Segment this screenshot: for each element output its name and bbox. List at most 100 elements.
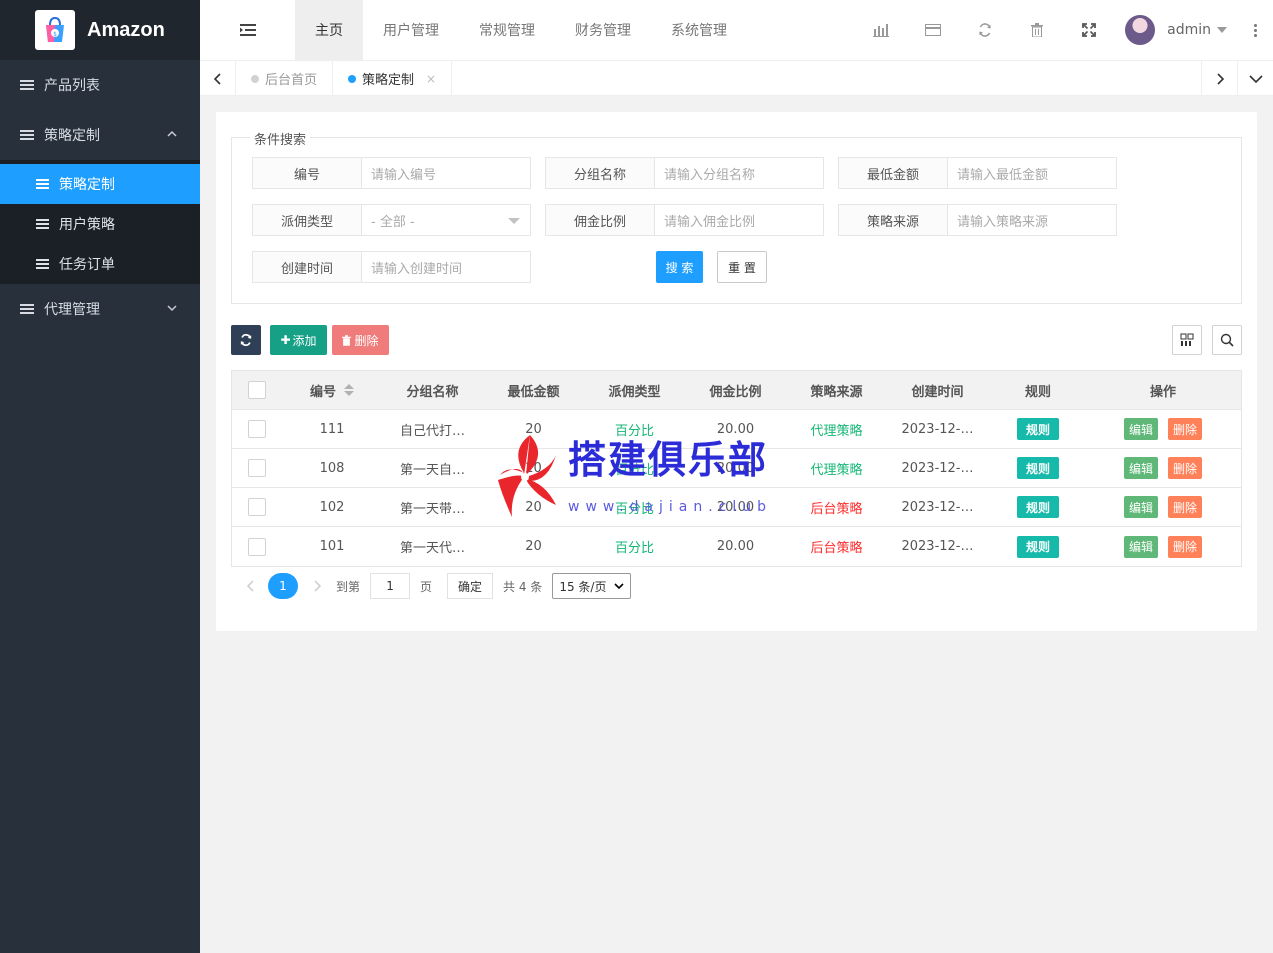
sidebar: $ Amazon 产品列表 策略定制 策略定制 用户策略 任务订单 代理管理 xyxy=(0,0,200,953)
fullscreen-button[interactable] xyxy=(1063,0,1115,60)
edit-button[interactable]: 编辑 xyxy=(1123,535,1158,558)
reset-button[interactable]: 重 置 xyxy=(717,251,767,283)
cell-ratio: 20.00 xyxy=(716,421,755,437)
refresh-icon xyxy=(240,334,252,346)
cell-ratio: 20.00 xyxy=(716,539,755,554)
header-group: 分组名称 xyxy=(406,384,459,400)
header-menu-users[interactable]: 用户管理 xyxy=(363,0,459,60)
rule-button[interactable]: 规则 xyxy=(1016,457,1059,479)
header-created: 创建时间 xyxy=(911,384,964,400)
header-min-amount: 最低金额 xyxy=(507,384,560,400)
sidebar-subitem-label: 用户策略 xyxy=(59,217,115,233)
row-delete-button[interactable]: 删除 xyxy=(1168,535,1203,558)
pagination: 1 到第 1 页 确定 共 4 条 15 条/页 xyxy=(246,573,632,599)
indent-icon xyxy=(239,24,256,36)
delete-button[interactable]: 删除 xyxy=(332,325,389,355)
sidebar-item-label: 产品列表 xyxy=(44,78,100,94)
select-all-checkbox[interactable] xyxy=(248,381,266,399)
goto-page-input[interactable]: 1 xyxy=(370,573,411,599)
edit-button[interactable]: 编辑 xyxy=(1123,496,1158,518)
row-select-cell xyxy=(232,537,282,556)
username: admin xyxy=(1167,22,1211,38)
sidebar-subitem-user-strategy[interactable]: 用户策略 xyxy=(0,204,200,244)
sidebar-item-label: 策略定制 xyxy=(44,128,100,144)
cell-id: 111 xyxy=(319,421,345,437)
tab-strategy-custom[interactable]: 策略定制 × xyxy=(333,61,453,96)
row-checkbox[interactable] xyxy=(248,537,266,556)
chevron-down-icon xyxy=(614,583,625,590)
cell-type: 百分比 xyxy=(614,462,654,478)
row-delete-button[interactable]: 删除 xyxy=(1168,496,1203,518)
avatar xyxy=(1125,15,1156,45)
header-menu-finance[interactable]: 财务管理 xyxy=(555,0,651,60)
chart-button[interactable] xyxy=(855,0,907,60)
tabs-dropdown-button[interactable] xyxy=(1237,61,1273,96)
refresh-table-button[interactable] xyxy=(231,325,261,355)
more-button[interactable] xyxy=(1237,0,1273,60)
tabs-scroll-right-button[interactable] xyxy=(1201,61,1237,96)
sort-icon[interactable] xyxy=(344,384,354,396)
clear-cache-button[interactable] xyxy=(1011,0,1063,60)
tabs-scroll-left-button[interactable] xyxy=(200,61,236,96)
header-menu-home[interactable]: 主页 xyxy=(295,0,363,60)
row-checkbox[interactable] xyxy=(248,459,266,477)
cell-source: 代理策略 xyxy=(810,462,863,478)
group-name-input[interactable]: 请输入分组名称 xyxy=(655,157,824,189)
sidebar-item-agents[interactable]: 代理管理 xyxy=(0,284,200,334)
created-time-input[interactable]: 请输入创建时间 xyxy=(362,251,531,283)
add-button[interactable]: ✚ 添加 xyxy=(270,325,327,355)
min-amount-input[interactable]: 请输入最低金额 xyxy=(948,157,1117,189)
current-page[interactable]: 1 xyxy=(268,573,298,599)
collapse-sidebar-button[interactable] xyxy=(200,0,295,60)
id-input[interactable]: 请输入编号 xyxy=(362,157,531,189)
commission-ratio-input[interactable]: 请输入佣金比例 xyxy=(655,204,824,236)
row-checkbox[interactable] xyxy=(248,498,266,516)
cell-created: 2023-12-… xyxy=(901,421,974,437)
sidebar-subitem-task-orders[interactable]: 任务订单 xyxy=(0,244,200,284)
rule-button[interactable]: 规则 xyxy=(1016,418,1059,440)
strategy-source-input[interactable]: 请输入策略来源 xyxy=(948,204,1117,236)
header-menu-system[interactable]: 系统管理 xyxy=(651,0,747,60)
user-menu[interactable]: admin xyxy=(1115,15,1237,45)
card-button[interactable] xyxy=(907,0,959,60)
rule-button[interactable]: 规则 xyxy=(1016,535,1059,558)
logo[interactable]: $ Amazon xyxy=(0,0,200,60)
row-delete-button[interactable]: 删除 xyxy=(1168,457,1203,479)
cell-min-amount: 20 xyxy=(525,460,542,476)
header-id[interactable]: 编号 xyxy=(282,381,382,400)
cell-type: 百分比 xyxy=(614,501,654,517)
bar-chart-icon xyxy=(873,24,890,37)
row-select-cell xyxy=(232,498,282,516)
commission-type-select[interactable]: - 全部 - xyxy=(362,204,531,236)
close-icon[interactable]: × xyxy=(426,72,436,86)
row-delete-button[interactable]: 删除 xyxy=(1168,418,1203,440)
edit-button[interactable]: 编辑 xyxy=(1123,418,1158,440)
cell-rule: 规则 xyxy=(988,496,1088,518)
row-checkbox[interactable] xyxy=(248,420,266,438)
cell-min-amount: 20 xyxy=(525,539,542,554)
rule-button[interactable]: 规则 xyxy=(1016,496,1059,518)
sidebar-subitem-strategy-custom[interactable]: 策略定制 xyxy=(0,164,200,204)
sidebar-item-strategy[interactable]: 策略定制 xyxy=(0,110,200,160)
refresh-button[interactable] xyxy=(959,0,1011,60)
next-page-icon[interactable] xyxy=(312,579,322,593)
cell-id: 108 xyxy=(319,460,345,476)
cell-ratio: 20.00 xyxy=(716,460,755,476)
edit-button[interactable]: 编辑 xyxy=(1123,457,1158,479)
table-row: 111 自己代打… 20 百分比 20.00 代理策略 2023-12-… 规则… xyxy=(232,410,1241,449)
caret-down-icon xyxy=(508,218,520,224)
table-row: 101 第一天代… 20 百分比 20.00 后台策略 2023-12-… 规则… xyxy=(232,527,1241,566)
header-menu-general[interactable]: 常规管理 xyxy=(459,0,555,60)
search-button[interactable]: 搜 索 xyxy=(656,251,703,283)
tab-dot xyxy=(251,74,259,83)
goto-confirm-button[interactable]: 确定 xyxy=(447,573,494,599)
header-source: 策略来源 xyxy=(810,384,863,400)
toggle-search-button[interactable] xyxy=(1212,325,1242,355)
page-size-select[interactable]: 15 条/页 xyxy=(552,573,632,599)
sidebar-item-products[interactable]: 产品列表 xyxy=(0,60,200,110)
tab-dashboard[interactable]: 后台首页 xyxy=(236,61,334,96)
row-select-cell xyxy=(232,420,282,438)
columns-filter-button[interactable] xyxy=(1172,325,1202,355)
list-icon xyxy=(20,304,34,314)
prev-page-icon[interactable] xyxy=(246,579,256,593)
